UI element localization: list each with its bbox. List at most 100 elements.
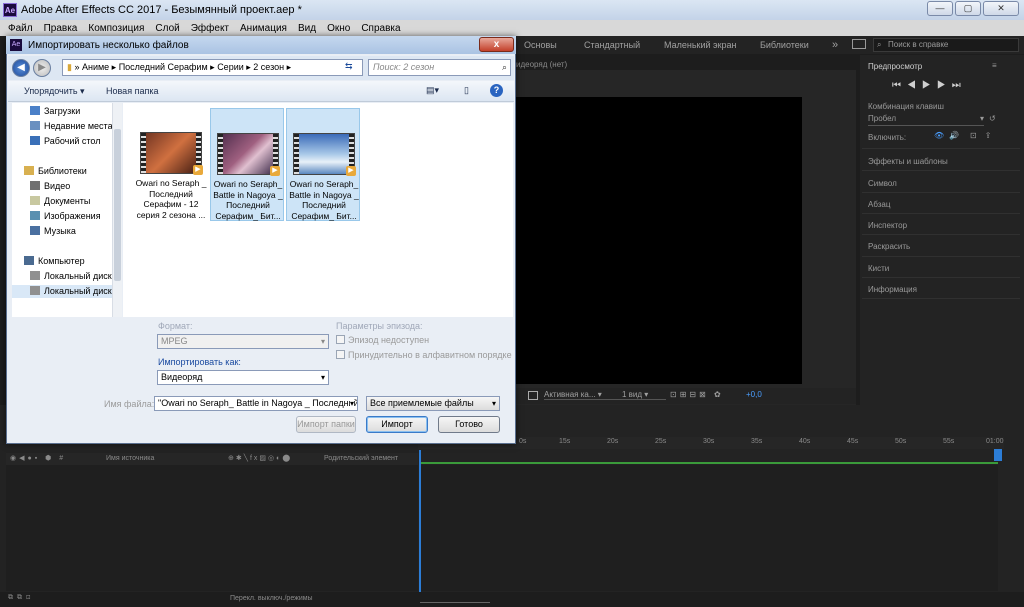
file-item[interactable]: ▶ Owari no Seraph_ Battle in Nagoya _ По… bbox=[286, 108, 360, 221]
dialog-toolbar: Упорядочить ▾ Новая папка ▤▾ ▯ ? bbox=[8, 81, 514, 102]
work-area-bar[interactable] bbox=[420, 462, 998, 464]
tick-label: 45s bbox=[847, 438, 859, 445]
viewer-header: идеоряд (нет) bbox=[516, 60, 568, 69]
refresh-icon[interactable]: ⇆ bbox=[345, 61, 361, 74]
region-icon[interactable] bbox=[528, 391, 538, 400]
camera-select[interactable]: Активная ка... ▾ bbox=[544, 390, 624, 400]
panel-brushes[interactable]: Кисти bbox=[868, 264, 889, 273]
done-button[interactable]: Готово bbox=[438, 416, 500, 433]
menu-edit[interactable]: Правка bbox=[44, 23, 78, 34]
zoom-slider[interactable] bbox=[420, 593, 490, 603]
layer-list[interactable] bbox=[6, 465, 418, 591]
format-select: MPEG ▾ bbox=[157, 334, 329, 349]
format-label: Формат: bbox=[158, 321, 193, 331]
panel-paint[interactable]: Раскрасить bbox=[868, 242, 910, 251]
viewer-tool-icons[interactable]: ⊡⊞⊟⊠ ✿ bbox=[670, 390, 724, 399]
current-time-indicator[interactable] bbox=[419, 450, 421, 592]
sequence-options-label: Параметры эпизода: bbox=[336, 321, 423, 331]
panel-inspector[interactable]: Инспектор bbox=[868, 221, 907, 230]
breadcrumb-season2[interactable]: 2 сезон bbox=[253, 62, 284, 72]
menu-animation[interactable]: Анимация bbox=[240, 23, 287, 34]
chevron-down-icon: ▾ bbox=[320, 373, 325, 382]
menu-window[interactable]: Окно bbox=[327, 23, 350, 34]
tick-label: 15s bbox=[559, 438, 571, 445]
video-thumbnail: ▶ bbox=[217, 133, 280, 176]
force-alphabetical-label: Принудительно в алфавитном порядке bbox=[348, 350, 512, 360]
menu-composition[interactable]: Композиция bbox=[88, 23, 144, 34]
panel-menu-icon[interactable]: ≡ bbox=[992, 61, 997, 70]
chevron-down-icon: ▾ bbox=[320, 337, 325, 346]
file-item[interactable]: ▶ Owari no Seraph _ Последний Серафим - … bbox=[134, 108, 208, 221]
menu-file[interactable]: Файл bbox=[8, 23, 33, 34]
menu-layer[interactable]: Слой bbox=[155, 23, 179, 34]
breadcrumb-seraph[interactable]: Последний Серафим bbox=[119, 62, 208, 72]
filetype-select[interactable]: Все приемлемые файлы ▾ bbox=[366, 396, 500, 411]
view-options-icon[interactable]: ▤▾ bbox=[426, 85, 439, 96]
import-button[interactable]: Импорт bbox=[366, 416, 428, 433]
work-area-end-handle[interactable] bbox=[994, 449, 1002, 461]
workspace-essentials[interactable]: Основы bbox=[524, 40, 557, 50]
panel-info[interactable]: Информация bbox=[868, 285, 917, 294]
help-search-input[interactable]: ⌕ Поиск в справке bbox=[873, 38, 1019, 52]
new-folder-button[interactable]: Новая папка bbox=[106, 86, 158, 96]
menu-help[interactable]: Справка bbox=[361, 23, 400, 34]
breadcrumb-episodes[interactable]: Серии bbox=[217, 62, 244, 72]
layer-switch-icons[interactable]: ⊕✱╲fx▨◎◐⬤ bbox=[228, 454, 292, 462]
reset-icon[interactable]: ↺ bbox=[989, 114, 996, 123]
video-thumbnail: ▶ bbox=[293, 133, 356, 176]
chevron-down-icon: ▾ bbox=[349, 397, 354, 410]
force-alphabetical-checkbox[interactable] bbox=[336, 350, 345, 359]
address-bar[interactable]: ▮ » Аниме ▸ Последний Серафим ▸ Серии ▸ … bbox=[62, 59, 363, 76]
workspaces-more-icon[interactable]: » bbox=[832, 39, 838, 51]
filename-label: Имя файла: bbox=[104, 399, 155, 409]
dialog-close-button[interactable]: x bbox=[479, 37, 514, 52]
shortcut-select[interactable]: Пробел ▾ bbox=[868, 114, 984, 126]
composition-canvas[interactable] bbox=[516, 97, 802, 384]
nav-scrollbar[interactable] bbox=[112, 103, 122, 317]
back-icon[interactable]: ◀ bbox=[12, 59, 30, 77]
tick-label: 50s bbox=[895, 438, 907, 445]
tick-label: 30s bbox=[703, 438, 715, 445]
views-select[interactable]: 1 вид ▾ bbox=[622, 390, 666, 400]
playback-controls[interactable]: ⏮◀▶▶⏭ bbox=[892, 80, 967, 91]
include-toggles[interactable]: 👁🔊 bbox=[934, 131, 964, 140]
layer-columns-header: ◉◀●▪ ⬢ # Имя источника ⊕✱╲fx▨◎◐⬤ Родител… bbox=[6, 453, 418, 465]
nav-local-disk-2[interactable]: Локальный диск bbox=[12, 285, 122, 298]
panel-paragraph[interactable]: Абзац bbox=[868, 200, 890, 209]
overlay-export-icons[interactable]: ⊡⇪ bbox=[970, 131, 999, 140]
tick-label: 0s bbox=[519, 438, 527, 445]
toggle-switches-modes[interactable]: Перекл. выключ./режимы bbox=[230, 595, 313, 602]
workspace-libraries[interactable]: Библиотеки bbox=[760, 40, 809, 50]
breadcrumb-anime[interactable]: Аниме bbox=[82, 62, 109, 72]
navigation-pane: Загрузки Недавние места Рабочий стол Биб… bbox=[12, 103, 122, 317]
workspace-standard[interactable]: Стандартный bbox=[584, 40, 640, 50]
file-item[interactable]: ▶ Owari no Seraph_ Battle in Nagoya _ По… bbox=[210, 108, 284, 221]
workspace-small-screen[interactable]: Маленький экран bbox=[664, 40, 737, 50]
folder-search-input[interactable]: Поиск: 2 сезон ⌕ bbox=[368, 59, 511, 76]
minimize-button[interactable]: — bbox=[927, 1, 953, 16]
close-window-button[interactable]: ✕ bbox=[983, 1, 1019, 16]
footer-icons[interactable]: ⧉⧉⊡ bbox=[8, 594, 34, 602]
layer-tracks[interactable] bbox=[420, 465, 998, 591]
exposure-value[interactable]: +0,0 bbox=[746, 390, 762, 399]
import-as-select[interactable]: Видеоряд ▾ bbox=[157, 370, 329, 385]
filename-input[interactable]: "Owari no Seraph_ Battle in Nagoya _ Пос… bbox=[154, 396, 358, 411]
source-name-header: Имя источника bbox=[106, 455, 155, 462]
workspace-layout-icon[interactable] bbox=[852, 39, 866, 49]
forward-icon[interactable]: ▶ bbox=[33, 59, 51, 77]
play-icon: ▶ bbox=[193, 165, 203, 175]
import-folder-button[interactable]: Импорт папки bbox=[296, 416, 356, 433]
panel-effects-presets[interactable]: Эффекты и шаблоны bbox=[868, 157, 948, 166]
tick-label: 01:00 bbox=[986, 438, 1004, 445]
menu-effect[interactable]: Эффект bbox=[191, 23, 229, 34]
organize-button[interactable]: Упорядочить ▾ bbox=[24, 86, 85, 97]
window-title: Adobe After Effects CC 2017 - Безымянный… bbox=[21, 4, 302, 16]
nav-scroll-thumb[interactable] bbox=[114, 129, 121, 281]
maximize-button[interactable]: ▢ bbox=[955, 1, 981, 16]
menu-view[interactable]: Вид bbox=[298, 23, 316, 34]
av-switches-icons[interactable]: ◉◀●▪ ⬢ # bbox=[10, 454, 66, 462]
include-label: Включить: bbox=[868, 133, 907, 142]
panel-character[interactable]: Символ bbox=[868, 179, 897, 188]
preview-pane-icon[interactable]: ▯ bbox=[464, 85, 469, 96]
help-icon[interactable]: ? bbox=[490, 84, 503, 97]
